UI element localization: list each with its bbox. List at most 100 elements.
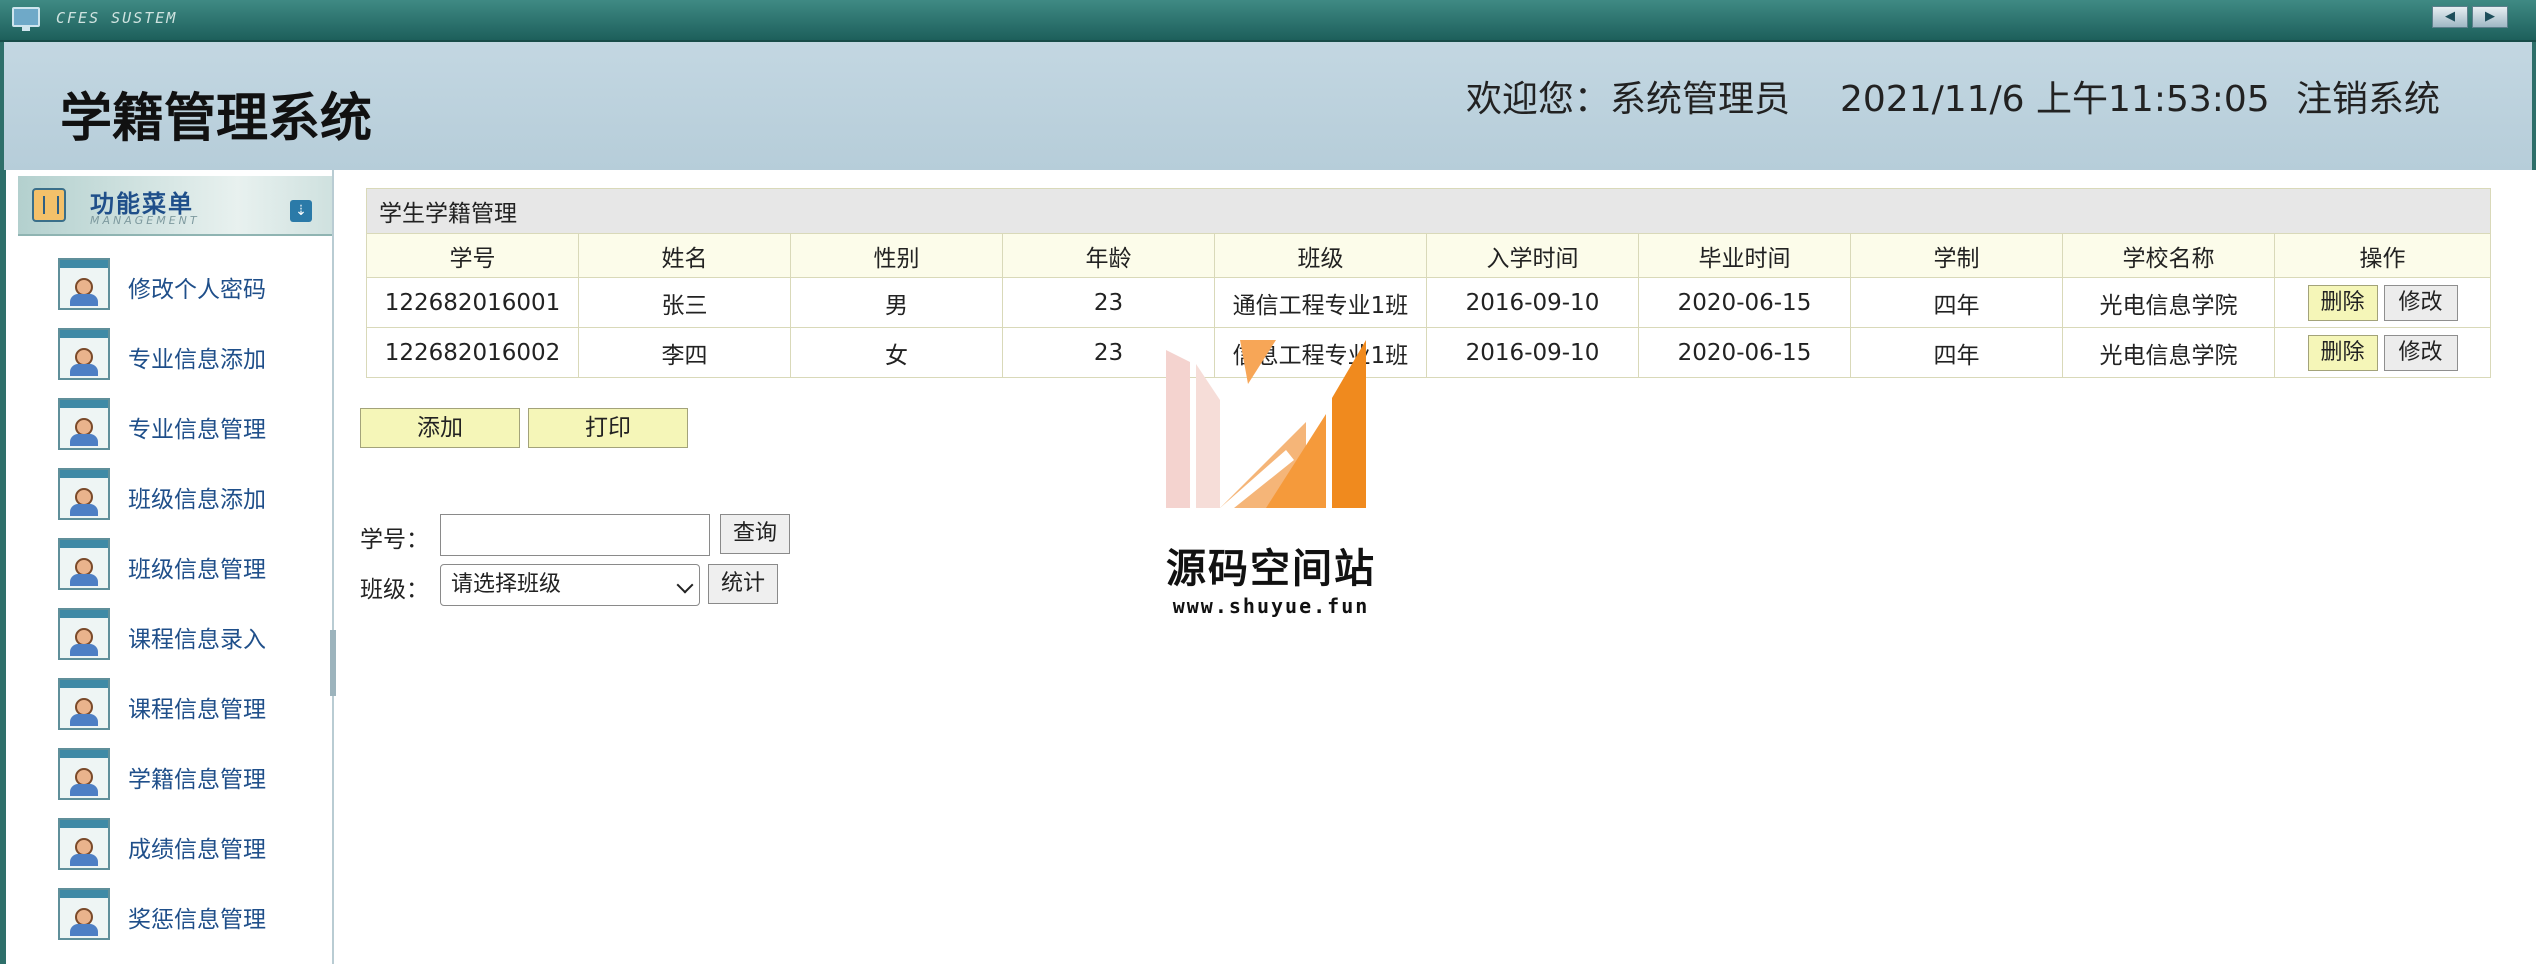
add-button[interactable]: 添加 bbox=[360, 408, 520, 448]
student-record-icon bbox=[58, 328, 110, 380]
sidebar-item-major-manage[interactable]: 专业信息管理 bbox=[18, 386, 332, 456]
sidebar-item-major-add[interactable]: 专业信息添加 bbox=[18, 316, 332, 386]
cell-name: 李四 bbox=[578, 327, 791, 378]
student-record-icon bbox=[58, 608, 110, 660]
cell-name: 张三 bbox=[578, 277, 791, 328]
sidebar-item-change-password[interactable]: 修改个人密码 bbox=[18, 246, 332, 316]
delete-button[interactable]: 删除 bbox=[2307, 334, 2378, 371]
cell-student-id: 122682016001 bbox=[366, 277, 579, 328]
sidebar-item-label[interactable]: 专业信息添加 bbox=[128, 340, 266, 374]
print-button[interactable]: 打印 bbox=[528, 408, 688, 448]
menu-list: 修改个人密码 专业信息添加 专业信息管理 班级信息添加 班级信息管理 课程信息录… bbox=[18, 246, 332, 946]
app-title: 学籍管理系统 bbox=[60, 89, 373, 149]
cell-gender: 女 bbox=[790, 327, 1003, 378]
cell-enroll-date: 2016-09-10 bbox=[1426, 277, 1639, 328]
column-header: 入学时间 bbox=[1426, 233, 1639, 278]
student-record-icon bbox=[58, 678, 110, 730]
column-header: 操作 bbox=[2273, 233, 2492, 278]
sidebar-item-label[interactable]: 修改个人密码 bbox=[128, 270, 266, 304]
sidebar-item-label[interactable]: 课程信息录入 bbox=[128, 620, 266, 654]
column-header: 学制 bbox=[1850, 233, 2063, 278]
class-select[interactable]: 请选择班级 bbox=[440, 564, 700, 606]
cell-graduate-date: 2020-06-15 bbox=[1638, 327, 1851, 378]
student-record-icon bbox=[58, 748, 110, 800]
welcome-text: 欢迎您：系统管理员 bbox=[1466, 79, 1791, 120]
student-record-icon bbox=[58, 258, 110, 310]
student-record-icon bbox=[58, 398, 110, 450]
class-select-value: 请选择班级 bbox=[451, 572, 562, 597]
sidebar-item-class-manage[interactable]: 班级信息管理 bbox=[18, 526, 332, 596]
column-header: 学校名称 bbox=[2062, 233, 2275, 278]
sidebar-item-label[interactable]: 课程信息管理 bbox=[128, 690, 266, 724]
sidebar-item-reward-manage[interactable]: 奖惩信息管理 bbox=[18, 876, 332, 946]
sidebar-item-label[interactable]: 学籍信息管理 bbox=[128, 760, 266, 794]
sidebar-item-label[interactable]: 成绩信息管理 bbox=[128, 830, 266, 864]
cell-enroll-date: 2016-09-10 bbox=[1426, 327, 1639, 378]
column-header: 性别 bbox=[790, 233, 1003, 278]
window-title: CFES SUSTEM bbox=[56, 9, 178, 27]
column-header: 年龄 bbox=[1002, 233, 1215, 278]
query-button[interactable]: 查询 bbox=[720, 514, 791, 554]
cell-student-id: 122682016002 bbox=[366, 327, 579, 378]
edit-button[interactable]: 修改 bbox=[2383, 284, 2458, 321]
student-record-icon bbox=[58, 888, 110, 940]
table-row: 122682016002 李四 女 23 信息工程专业1班 2016-09-10… bbox=[366, 327, 2492, 378]
watermark-text: 源码空间站 bbox=[1166, 546, 1376, 592]
app-header: 学籍管理系统 欢迎您：系统管理员 2021/11/6 上午11:53:05 注销… bbox=[0, 42, 2536, 170]
watermark-logo-icon bbox=[1166, 340, 1366, 508]
sidebar-item-label[interactable]: 专业信息管理 bbox=[128, 410, 266, 444]
logout-link[interactable]: 注销系统 bbox=[2296, 70, 2440, 122]
sidebar-item-label[interactable]: 奖惩信息管理 bbox=[128, 900, 266, 934]
student-record-icon bbox=[58, 468, 110, 520]
cell-study-length: 四年 bbox=[1850, 277, 2063, 328]
cell-age: 23 bbox=[1002, 277, 1215, 328]
class-label: 班级： bbox=[360, 577, 429, 603]
sidebar-item-course-entry[interactable]: 课程信息录入 bbox=[18, 596, 332, 666]
menu-header: 功能菜单 MANAGEMENT ⇣ bbox=[18, 176, 332, 236]
delete-button[interactable]: 删除 bbox=[2307, 284, 2378, 321]
menu-subtitle: MANAGEMENT bbox=[90, 214, 200, 227]
frame-border bbox=[0, 170, 6, 964]
cell-school: 光电信息学院 bbox=[2062, 327, 2275, 378]
window-titlebar: CFES SUSTEM ◀ ▶ bbox=[0, 0, 2536, 42]
sidebar-splitter[interactable] bbox=[330, 630, 336, 696]
watermark: 源码空间站 www.shuyue.fun bbox=[1156, 340, 1386, 630]
statistics-button[interactable]: 统计 bbox=[708, 564, 779, 604]
sidebar-item-label[interactable]: 班级信息管理 bbox=[128, 550, 266, 584]
cell-study-length: 四年 bbox=[1850, 327, 2063, 378]
cell-actions: 删除 修改 bbox=[2273, 327, 2492, 378]
watermark-url: www.shuyue.fun bbox=[1172, 594, 1370, 618]
column-header: 学号 bbox=[366, 233, 579, 278]
student-id-label: 学号： bbox=[360, 527, 429, 553]
monitor-icon bbox=[12, 7, 40, 31]
table-header-row: 学号 姓名 性别 年龄 班级 入学时间 毕业时间 学制 学校名称 操作 bbox=[366, 233, 2492, 278]
student-record-icon bbox=[58, 538, 110, 590]
column-header: 班级 bbox=[1214, 233, 1427, 278]
next-arrow-icon[interactable]: ▶ bbox=[2472, 6, 2508, 28]
edit-button[interactable]: 修改 bbox=[2383, 334, 2458, 371]
sidebar-item-status-manage[interactable]: 学籍信息管理 bbox=[18, 736, 332, 806]
sidebar-item-grade-manage[interactable]: 成绩信息管理 bbox=[18, 806, 332, 876]
cell-gender: 男 bbox=[790, 277, 1003, 328]
cell-school: 光电信息学院 bbox=[2062, 277, 2275, 328]
sidebar-item-label[interactable]: 班级信息添加 bbox=[128, 480, 266, 514]
cell-actions: 删除 修改 bbox=[2273, 277, 2492, 328]
student-record-icon bbox=[58, 818, 110, 870]
main-panel: 学生学籍管理 学号 姓名 性别 年龄 班级 入学时间 毕业时间 学制 学校名称 … bbox=[340, 170, 2536, 964]
sidebar-item-class-add[interactable]: 班级信息添加 bbox=[18, 456, 332, 526]
table-row: 122682016001 张三 男 23 通信工程专业1班 2016-09-10… bbox=[366, 277, 2492, 328]
sidebar-item-course-manage[interactable]: 课程信息管理 bbox=[18, 666, 332, 736]
chevrons-down-icon[interactable]: ⇣ bbox=[290, 200, 312, 222]
current-datetime: 2021/11/6 上午11:53:05 bbox=[1840, 79, 2270, 120]
sidebar: 功能菜单 MANAGEMENT ⇣ 修改个人密码 专业信息添加 专业信息管理 班… bbox=[18, 170, 334, 964]
cell-graduate-date: 2020-06-15 bbox=[1638, 277, 1851, 328]
student-table: 学生学籍管理 学号 姓名 性别 年龄 班级 入学时间 毕业时间 学制 学校名称 … bbox=[365, 188, 2492, 378]
student-id-input[interactable] bbox=[440, 514, 710, 556]
column-header: 毕业时间 bbox=[1638, 233, 1851, 278]
column-header: 姓名 bbox=[578, 233, 791, 278]
cell-class: 通信工程专业1班 bbox=[1214, 277, 1427, 328]
table-caption: 学生学籍管理 bbox=[365, 188, 2492, 234]
menu-home-icon bbox=[32, 188, 66, 222]
chevron-down-icon bbox=[676, 576, 694, 594]
prev-arrow-icon[interactable]: ◀ bbox=[2432, 6, 2468, 28]
